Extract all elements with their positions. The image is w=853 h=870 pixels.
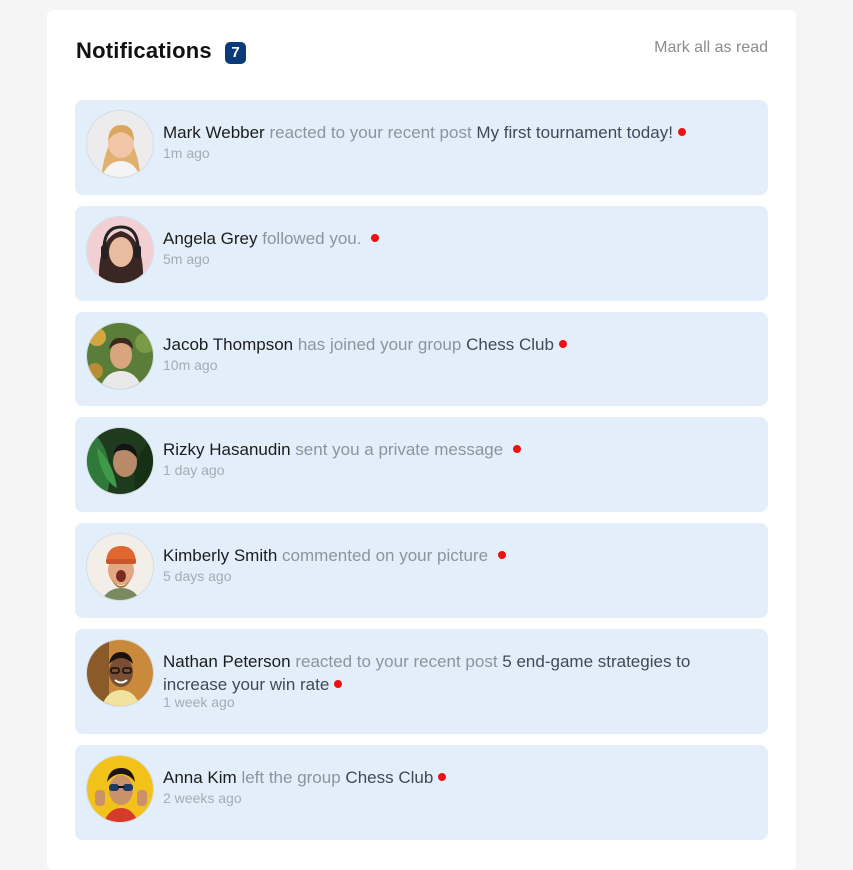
notification-action: followed you. [262,229,362,248]
notification-target[interactable]: My first tournament today! [476,123,673,142]
unread-dot [512,445,521,453]
notification-action: left the group [241,768,341,787]
notification-item[interactable]: Jacob Thompson has joined your group Che… [75,312,768,406]
notification-action: reacted to your recent post [269,123,472,142]
notification-action: reacted to your recent post [295,652,498,671]
notifications-header: Notifications 7 Mark all as read [76,38,768,68]
notification-action: has joined your group [297,335,462,354]
user-name[interactable]: Angela Grey [163,229,258,248]
avatar-image [87,534,153,600]
mark-all-as-read-button[interactable]: Mark all as read [654,39,768,57]
notification-time: 5 days ago [163,568,232,584]
notification-target[interactable]: Chess Club [466,335,554,354]
notification-item[interactable]: Mark Webber reacted to your recent post … [75,100,768,195]
avatar-image [87,217,153,283]
avatar [86,755,154,823]
notification-target[interactable]: Chess Club [345,768,433,787]
notification-text: Kimberly Smith commented on your picture [163,544,743,567]
notification-item[interactable]: Rizky Hasanudin sent you a private messa… [75,417,768,512]
avatar-image [87,428,153,494]
notification-text: Anna Kim left the group Chess Club [163,766,743,789]
user-name[interactable]: Kimberly Smith [163,546,277,565]
notification-item[interactable]: Anna Kim left the group Chess Club 2 wee… [75,745,768,840]
unread-dot [558,340,567,348]
avatar [86,216,154,284]
unread-count-badge: 7 [225,42,246,64]
notification-time: 1 week ago [163,694,235,710]
avatar [86,533,154,601]
avatar [86,427,154,495]
notification-text: Angela Grey followed you. [163,227,743,250]
unread-dot [438,773,447,781]
user-name[interactable]: Jacob Thompson [163,335,293,354]
page-title: Notifications [76,38,212,63]
notification-time: 1m ago [163,145,210,161]
avatar [86,322,154,390]
notification-time: 5m ago [163,251,210,267]
notification-time: 2 weeks ago [163,790,242,806]
notification-text: Jacob Thompson has joined your group Che… [163,333,743,356]
notification-text: Rizky Hasanudin sent you a private messa… [163,438,743,461]
unread-dot [497,551,506,559]
avatar-image [87,323,153,389]
notification-time: 1 day ago [163,462,225,478]
user-name[interactable]: Nathan Peterson [163,652,291,671]
notifications-card: Notifications 7 Mark all as read Mark We… [47,10,796,870]
avatar-image [87,756,153,822]
user-name[interactable]: Rizky Hasanudin [163,440,291,459]
notification-item[interactable]: Nathan Peterson reacted to your recent p… [75,629,768,734]
avatar-image [87,111,153,177]
notification-time: 10m ago [163,357,218,373]
avatar-image [87,640,153,706]
avatar [86,639,154,707]
notification-item[interactable]: Angela Grey followed you. 5m ago [75,206,768,301]
user-name[interactable]: Anna Kim [163,768,237,787]
notification-text: Mark Webber reacted to your recent post … [163,121,743,144]
notification-action: sent you a private message [295,440,504,459]
unread-dot [677,128,686,136]
notification-item[interactable]: Kimberly Smith commented on your picture… [75,523,768,618]
unread-dot [371,234,380,242]
user-name[interactable]: Mark Webber [163,123,265,142]
avatar [86,110,154,178]
unread-dot [334,680,343,688]
notification-text: Nathan Peterson reacted to your recent p… [163,650,743,696]
notification-action: commented on your picture [282,546,489,565]
